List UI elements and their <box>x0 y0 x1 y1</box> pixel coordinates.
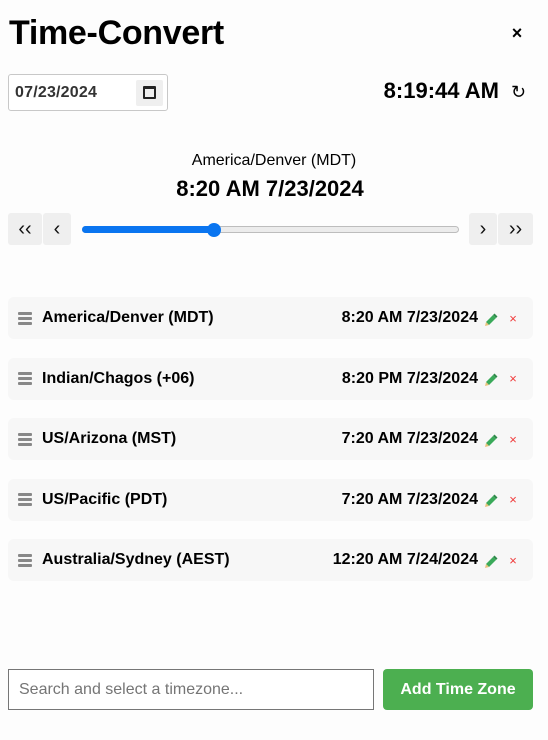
timezone-search-input[interactable] <box>8 669 374 710</box>
forward-button[interactable]: › <box>469 213 497 245</box>
zone-name: US/Arizona (MST) <box>42 430 177 447</box>
delete-button[interactable]: × <box>507 432 519 447</box>
current-time: 8:19:44 AM <box>383 78 499 103</box>
zone-row[interactable]: Australia/Sydney (AEST) 12:20 AM 7/24/20… <box>8 539 533 581</box>
zone-name: America/Denver (MDT) <box>42 309 214 326</box>
refresh-button[interactable]: ↻ <box>511 82 526 102</box>
pencil-icon[interactable] <box>483 433 499 449</box>
back-button[interactable]: ‹ <box>43 213 71 245</box>
slider-thumb[interactable] <box>206 223 221 237</box>
app-title: Time-Convert <box>9 14 224 52</box>
calendar-button[interactable] <box>136 79 163 106</box>
pencil-icon[interactable] <box>483 554 499 570</box>
delete-button[interactable]: × <box>507 553 519 568</box>
zone-time: 7:20 AM 7/23/2024 <box>341 430 478 447</box>
drag-handle-icon[interactable] <box>18 432 32 446</box>
pencil-icon[interactable] <box>483 493 499 509</box>
delete-button[interactable]: × <box>507 492 519 507</box>
drag-handle-icon[interactable] <box>18 553 32 567</box>
zone-time: 8:20 PM 7/23/2024 <box>341 369 478 387</box>
zone-list: America/Denver (MDT) 8:20 AM 7/23/2024 ×… <box>8 297 533 600</box>
time-convert-app: Time-Convert × 07/23/2024 8:19:44 AM ↻ A… <box>0 0 548 740</box>
zone-row[interactable]: America/Denver (MDT) 8:20 AM 7/23/2024 × <box>8 297 533 339</box>
forward-far-button[interactable]: ›› <box>498 213 533 245</box>
reference-zone: America/Denver (MDT) <box>191 152 357 169</box>
zone-name: Indian/Chagos (+06) <box>42 369 195 387</box>
pencil-icon[interactable] <box>483 372 499 388</box>
drag-handle-icon[interactable] <box>18 493 32 506</box>
drag-handle-icon[interactable] <box>18 372 32 385</box>
slider-fill <box>82 226 214 233</box>
zone-time: 8:20 AM 7/23/2024 <box>341 309 478 326</box>
pencil-icon[interactable] <box>483 312 499 328</box>
zone-time: 12:20 AM 7/24/2024 <box>332 551 478 568</box>
drag-handle-icon[interactable] <box>18 311 32 325</box>
zone-name: Australia/Sydney (AEST) <box>42 551 230 568</box>
reference-time: 8:20 AM 7/23/2024 <box>176 176 364 201</box>
close-button[interactable]: × <box>509 24 525 42</box>
time-slider[interactable] <box>82 223 459 237</box>
zone-row[interactable]: US/Arizona (MST) 7:20 AM 7/23/2024 × <box>8 418 533 460</box>
calendar-icon <box>143 86 156 99</box>
delete-button[interactable]: × <box>507 311 519 326</box>
zone-name: US/Pacific (PDT) <box>42 490 168 508</box>
back-far-button[interactable]: ‹‹ <box>8 213 42 245</box>
date-picker[interactable]: 07/23/2024 <box>8 74 168 111</box>
date-value[interactable]: 07/23/2024 <box>15 84 136 102</box>
zone-row[interactable]: US/Pacific (PDT) 7:20 AM 7/23/2024 × <box>8 478 533 521</box>
zone-time: 7:20 AM 7/23/2024 <box>341 490 478 508</box>
delete-button[interactable]: × <box>507 371 519 386</box>
zone-row[interactable]: Indian/Chagos (+06) 8:20 PM 7/23/2024 × <box>8 357 533 400</box>
add-time-zone-button[interactable]: Add Time Zone <box>383 669 533 710</box>
